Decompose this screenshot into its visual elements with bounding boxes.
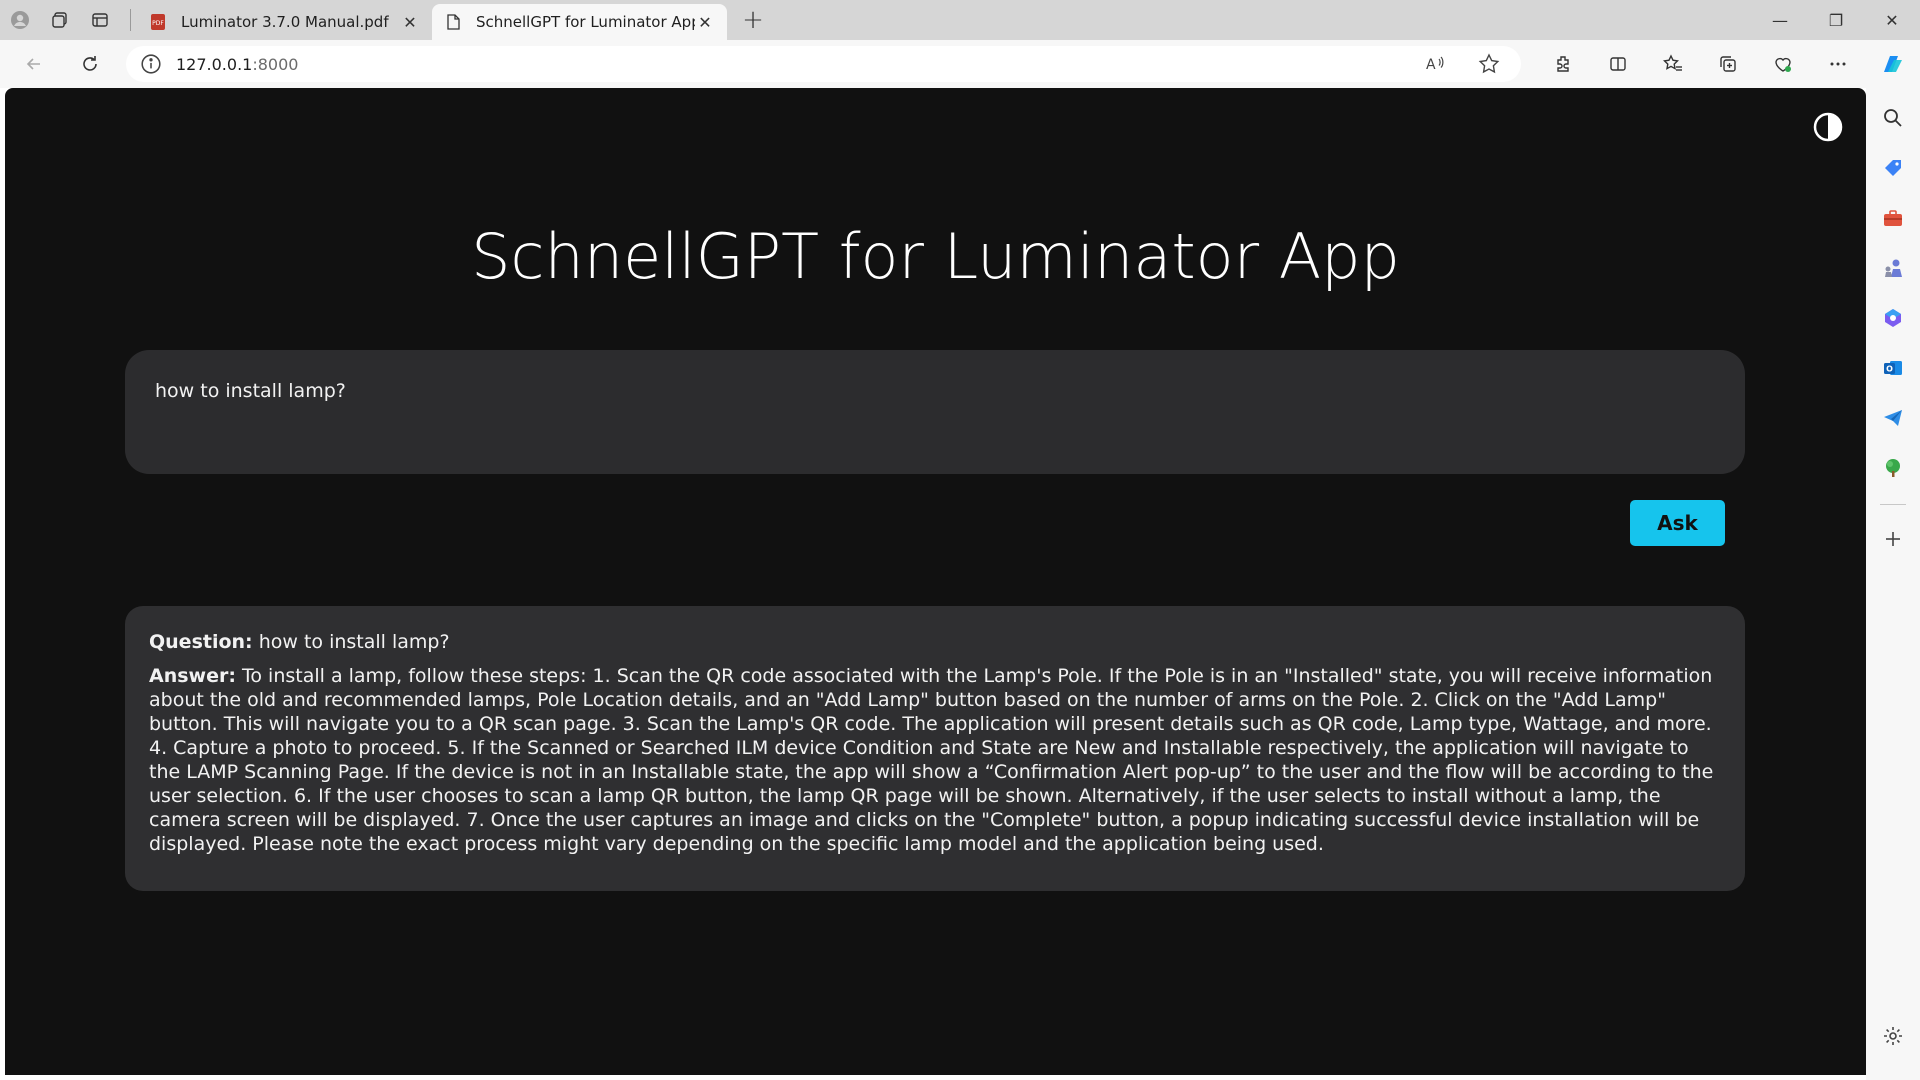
page-title: SchnellGPT for Luminator App	[471, 220, 1400, 293]
tab-strip: PDF Luminator 3.7.0 Manual.pdf ✕ Schnell…	[0, 0, 1920, 40]
question-input[interactable]: how to install lamp?	[125, 350, 1745, 474]
extensions-icon[interactable]	[1535, 44, 1590, 84]
pdf-icon: PDF	[149, 13, 167, 31]
question-label: Question:	[149, 631, 253, 653]
window-controls: — ❐ ✕	[1752, 0, 1920, 40]
answer-text: To install a lamp, follow these steps: 1…	[149, 665, 1714, 855]
address-bar[interactable]: 127.0.0.1:8000 A	[126, 46, 1521, 82]
favorites-icon[interactable]	[1645, 44, 1700, 84]
browser-essentials-icon[interactable]	[1755, 44, 1810, 84]
minimize-icon[interactable]: —	[1752, 0, 1808, 40]
split-screen-icon[interactable]	[1590, 44, 1645, 84]
svg-text:O: O	[1886, 365, 1893, 374]
drop-tree-icon[interactable]	[1875, 450, 1911, 486]
toolbar-right-group	[1535, 44, 1865, 84]
back-icon[interactable]	[14, 44, 54, 84]
tab-actions-icon[interactable]	[80, 0, 120, 40]
question-text: how to install lamp?	[258, 631, 450, 653]
profile-icon[interactable]	[0, 0, 40, 40]
outlook-icon[interactable]: O	[1875, 350, 1911, 386]
new-tab-button[interactable]: +	[735, 2, 771, 38]
tools-briefcase-icon[interactable]	[1875, 200, 1911, 236]
answer-line: Answer: To install a lamp, follow these …	[149, 664, 1721, 856]
svg-text:A: A	[1426, 57, 1436, 73]
question-line: Question: how to install lamp?	[149, 630, 1721, 654]
tab-separator	[130, 9, 131, 31]
theme-toggle-icon[interactable]	[1813, 112, 1843, 142]
url-text: 127.0.0.1:8000	[176, 55, 1417, 74]
more-menu-icon[interactable]	[1810, 44, 1865, 84]
send-telegram-icon[interactable]	[1875, 400, 1911, 436]
sidebar-divider	[1880, 504, 1906, 505]
browser-toolbar: 127.0.0.1:8000 A	[0, 40, 1920, 88]
url-host: 127.0.0.1	[176, 54, 253, 74]
sidebar-settings-icon[interactable]	[1875, 1018, 1911, 1054]
ask-button[interactable]: Ask	[1630, 500, 1725, 546]
read-aloud-icon[interactable]: A	[1417, 50, 1453, 78]
add-sidebar-app-icon[interactable]	[1875, 521, 1911, 557]
page-viewport: SchnellGPT for Luminator App how to inst…	[5, 88, 1866, 1075]
svg-text:PDF: PDF	[152, 20, 164, 27]
close-tab-icon[interactable]: ✕	[695, 12, 715, 32]
search-icon[interactable]	[1875, 100, 1911, 136]
page-icon	[444, 13, 462, 31]
answer-label: Answer:	[149, 665, 236, 687]
shopping-tag-icon[interactable]	[1875, 150, 1911, 186]
tab-schnellgpt[interactable]: SchnellGPT for Luminator App ✕	[432, 4, 727, 40]
edge-sidebar: O	[1866, 88, 1920, 1080]
site-info-icon[interactable]	[140, 53, 162, 75]
tab-label: Luminator 3.7.0 Manual.pdf	[181, 13, 389, 31]
games-chess-icon[interactable]	[1875, 250, 1911, 286]
url-port: :8000	[252, 54, 299, 74]
copilot-icon[interactable]	[1874, 46, 1910, 82]
close-tab-icon[interactable]: ✕	[400, 12, 420, 32]
favorite-star-icon[interactable]	[1471, 50, 1507, 78]
close-window-icon[interactable]: ✕	[1864, 0, 1920, 40]
restore-icon[interactable]: ❐	[1808, 0, 1864, 40]
workspaces-icon[interactable]	[40, 0, 80, 40]
tab-label: SchnellGPT for Luminator App	[476, 13, 695, 31]
collections-icon[interactable]	[1700, 44, 1755, 84]
browser-window: PDF Luminator 3.7.0 Manual.pdf ✕ Schnell…	[0, 0, 1920, 1080]
refresh-icon[interactable]	[70, 44, 110, 84]
tab-manual-pdf[interactable]: PDF Luminator 3.7.0 Manual.pdf ✕	[137, 4, 432, 40]
answer-panel: Question: how to install lamp? Answer: T…	[125, 606, 1745, 891]
microsoft365-icon[interactable]	[1875, 300, 1911, 336]
